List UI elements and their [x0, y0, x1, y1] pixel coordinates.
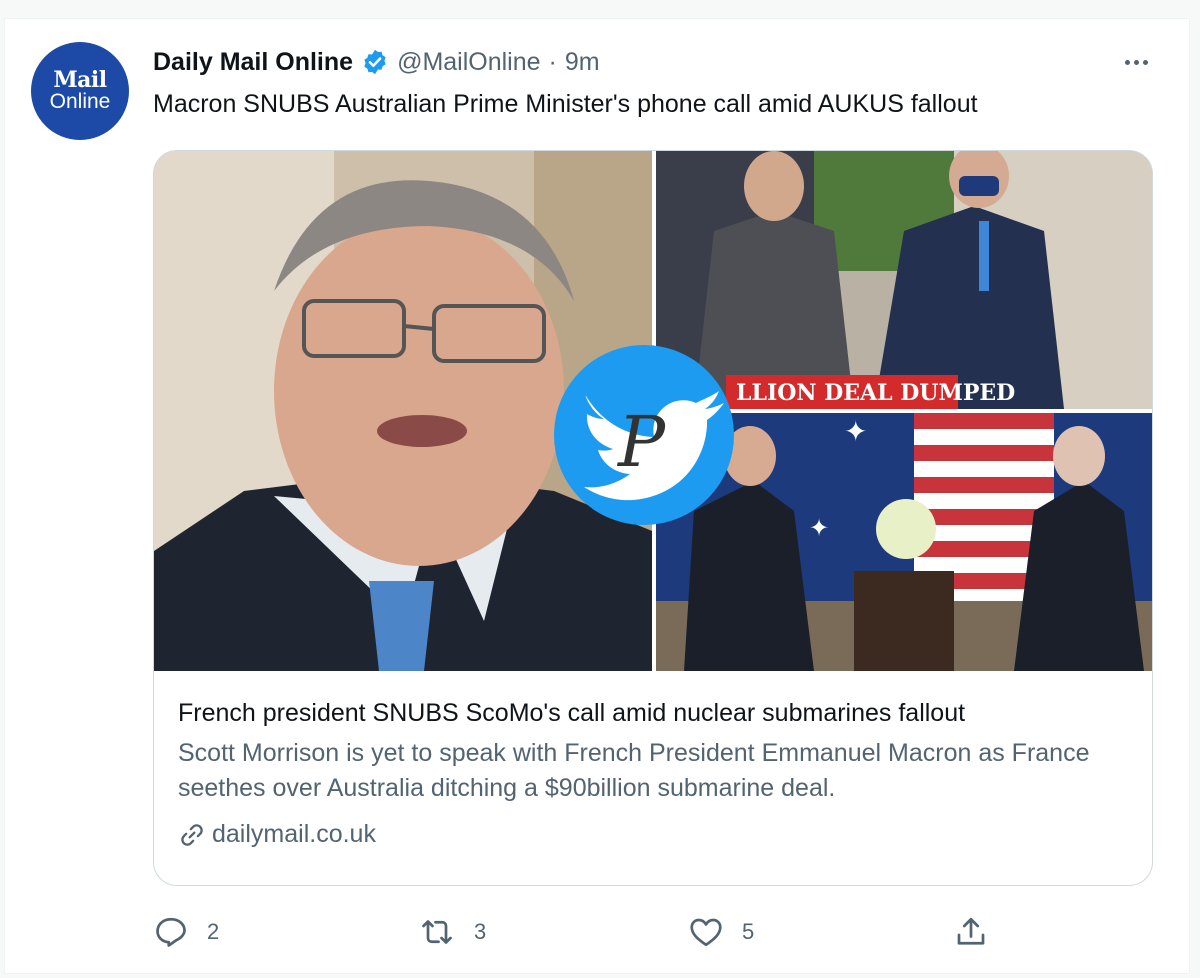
card-domain[interactable]: dailymail.co.uk — [178, 820, 1138, 849]
twitter-bird-watermark-icon: P — [554, 345, 734, 525]
watermark-letter: P — [616, 401, 667, 483]
link-preview-card[interactable]: LLION DEAL DUMPED ✦ ✦ P French president… — [153, 150, 1153, 886]
share-button[interactable] — [953, 910, 989, 954]
card-title: French president SNUBS ScoMo's call amid… — [178, 699, 966, 727]
svg-text:✦: ✦ — [809, 514, 829, 542]
reply-icon — [156, 917, 186, 947]
avatar-logo-bottom: Online — [49, 90, 111, 113]
link-icon — [181, 823, 203, 846]
svg-text:✦: ✦ — [844, 415, 867, 448]
share-icon — [957, 917, 985, 945]
tweet-text: Macron SNUBS Australian Prime Minister's… — [153, 90, 978, 118]
verified-badge-icon — [364, 49, 386, 75]
tweet-header: Daily Mail Online @MailOnline · 9m — [153, 44, 600, 80]
like-icon — [690, 918, 722, 947]
reply-count: 2 — [207, 919, 220, 944]
reply-button[interactable]: 2 — [153, 910, 219, 954]
avatar[interactable]: Mail Online — [31, 42, 129, 140]
card-description: Scott Morrison is yet to speak with Fren… — [178, 739, 1090, 802]
retweet-button[interactable]: 3 — [418, 910, 486, 954]
separator-dot: · — [548, 47, 557, 76]
like-button[interactable]: 5 — [688, 910, 754, 954]
account-handle[interactable]: @MailOnline — [397, 48, 540, 77]
tweet-timestamp[interactable]: 9m — [565, 48, 600, 77]
tweet-actions: 2 3 5 — [153, 910, 1153, 954]
card-domain-text: dailymail.co.uk — [212, 820, 376, 848]
like-count: 5 — [742, 919, 755, 944]
avatar-logo-top: Mail — [53, 67, 107, 93]
more-options-icon[interactable] — [1118, 48, 1154, 76]
banner-text: LLION DEAL DUMPED — [736, 380, 1015, 406]
account-name[interactable]: Daily Mail Online — [153, 48, 353, 77]
card-meta: French president SNUBS ScoMo's call amid… — [178, 699, 1138, 849]
retweet-icon — [422, 920, 452, 944]
red-headline-banner: LLION DEAL DUMPED — [726, 375, 1015, 409]
retweet-count: 3 — [474, 919, 487, 944]
